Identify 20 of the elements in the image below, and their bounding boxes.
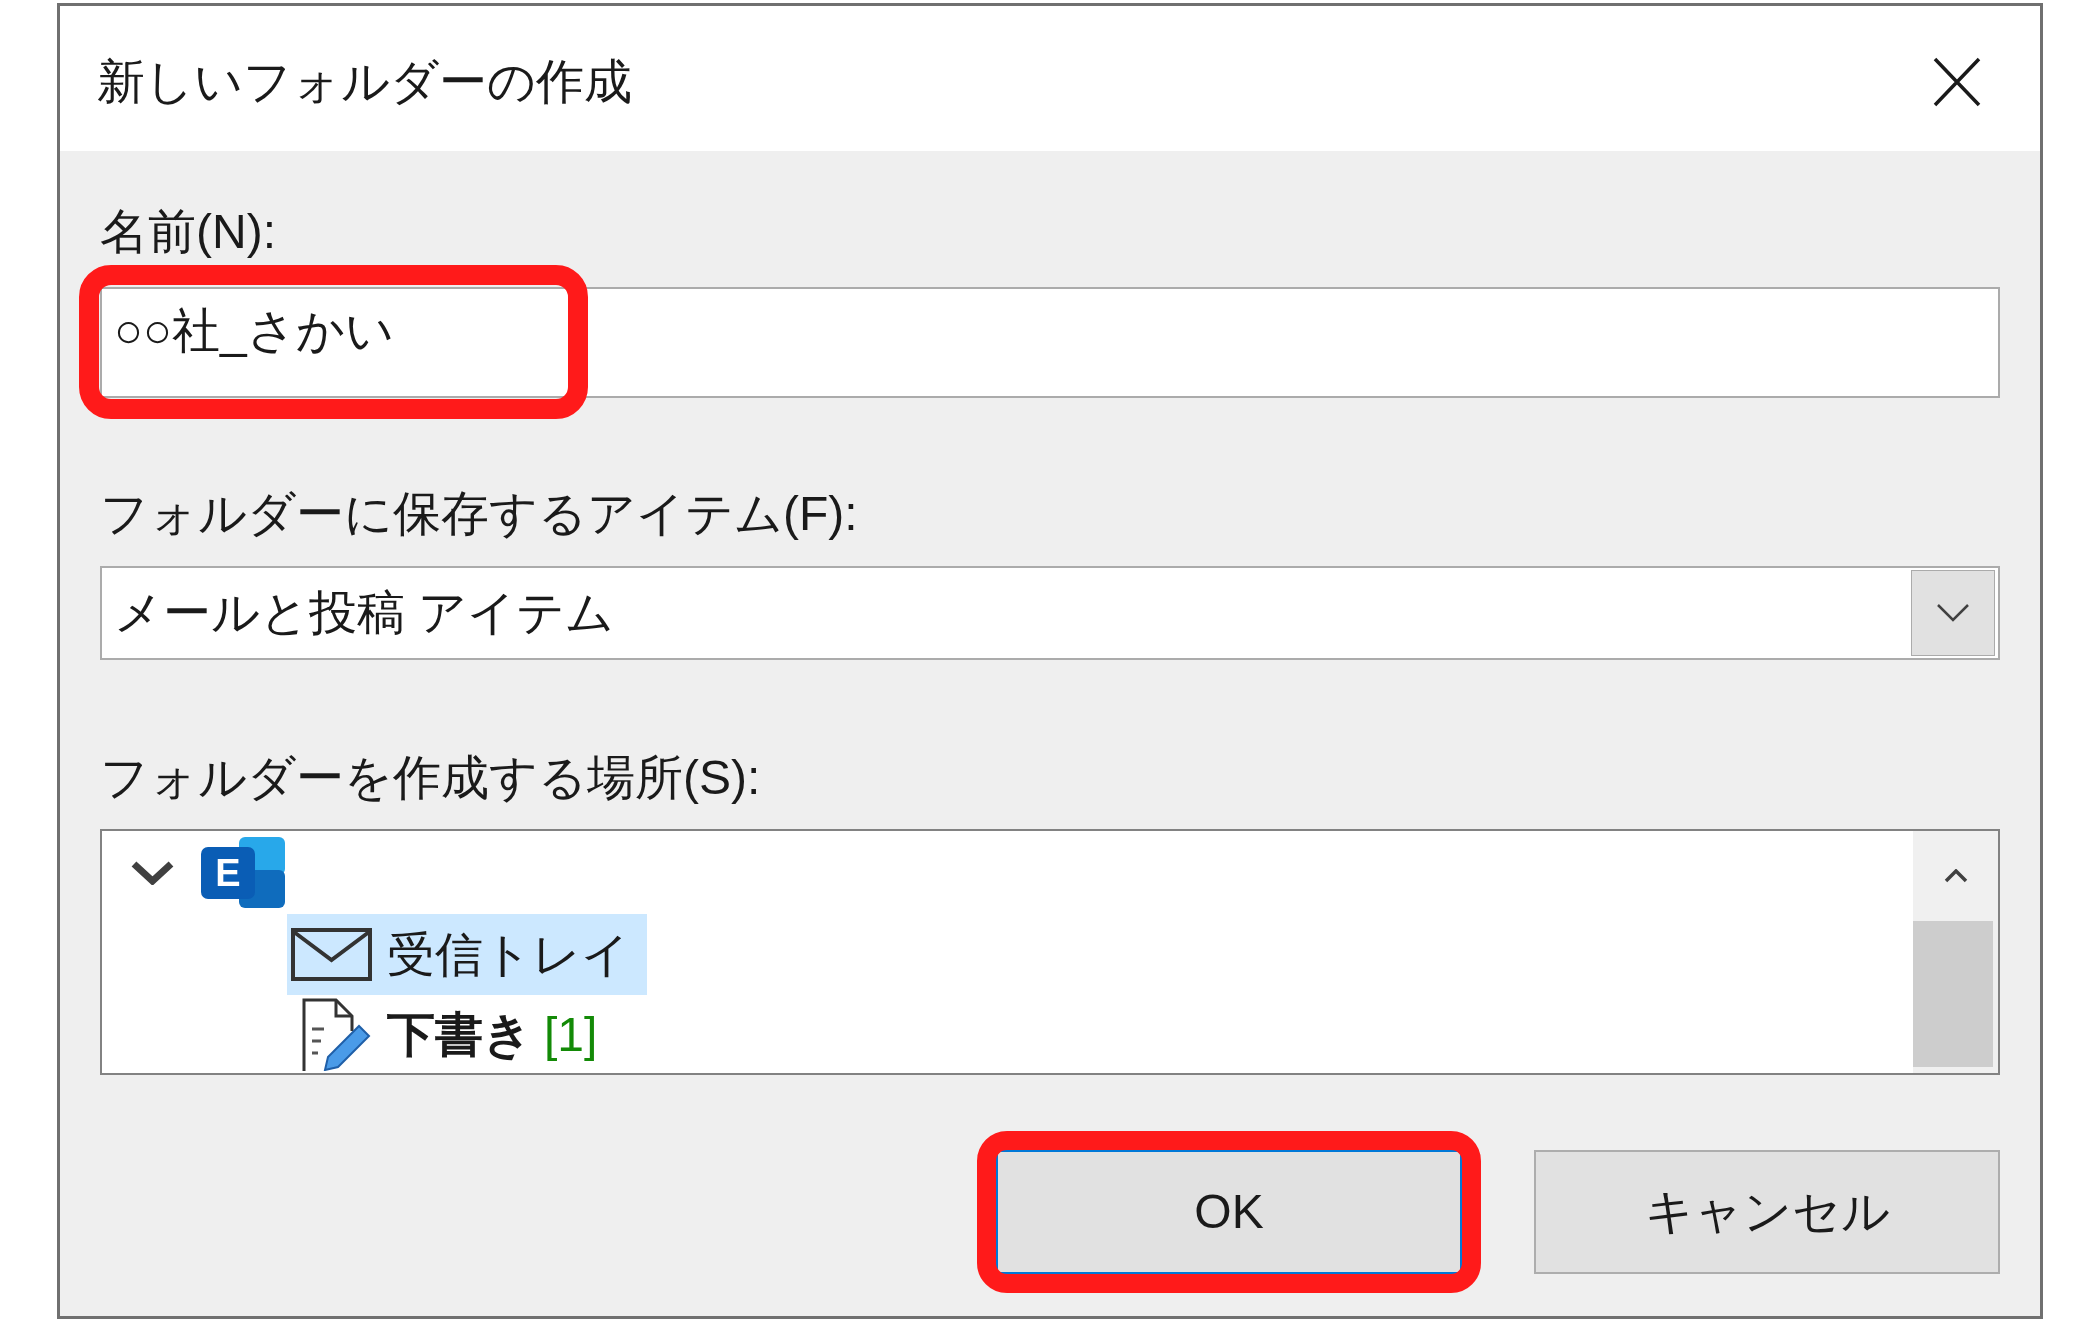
dialog-button[interactable]: キャンセル [1534, 1150, 2000, 1274]
field-label: 名前(N): [100, 204, 276, 260]
tree-item[interactable]: 下書き [1] [287, 997, 615, 1073]
scrollbar[interactable] [1913, 831, 1998, 1073]
dialog-button[interactable]: OK [996, 1150, 1462, 1274]
chevron-down-icon[interactable] [130, 859, 175, 885]
chevron-down-icon [1937, 604, 1969, 622]
window-title: 新しいフォルダーの作成 [97, 53, 632, 110]
field-label: フォルダーに保存するアイテム(F): [100, 486, 858, 542]
dropdown[interactable]: メールと投稿 アイテム [100, 566, 2000, 660]
chevron-up-icon [1943, 869, 1968, 883]
close-icon [1933, 56, 1981, 107]
close-button[interactable] [1933, 56, 1981, 107]
tree-item[interactable]: 受信トレイ [287, 914, 647, 995]
envelope-icon [291, 928, 372, 981]
dropdown-button[interactable] [1911, 570, 1995, 656]
name-input-field[interactable]: ○○社_さかい [100, 287, 2000, 398]
field-label: フォルダーを作成する場所(S): [100, 750, 761, 806]
tree-item[interactable]: E [102, 832, 285, 912]
scrollbar-thumb[interactable] [1913, 921, 1993, 1067]
